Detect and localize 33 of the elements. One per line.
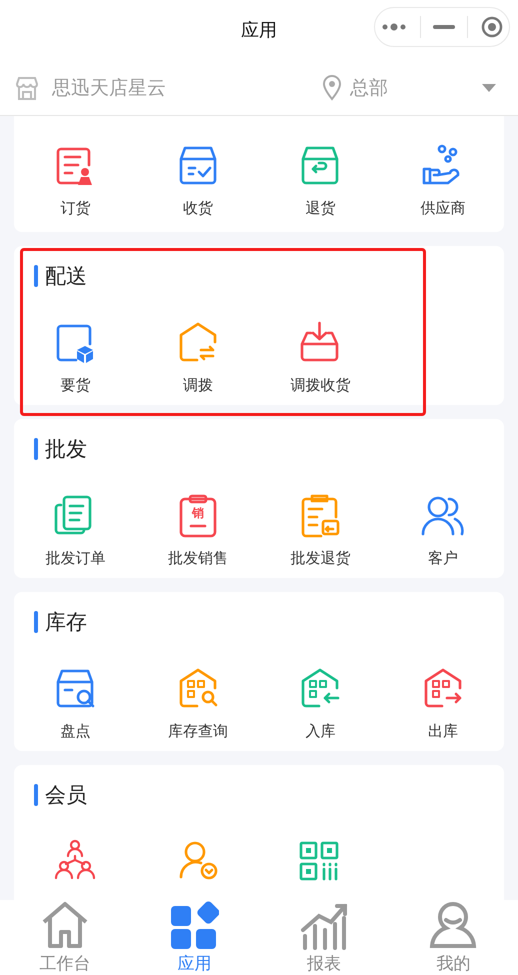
user-icon xyxy=(428,900,478,950)
section-title: 会员 xyxy=(45,782,87,809)
dropdown-caret-icon[interactable] xyxy=(482,84,496,92)
app-shortcut[interactable]: 销 批发销售 xyxy=(136,493,259,568)
tab-bar-item[interactable]: 工作台 xyxy=(0,900,130,975)
app-shortcut[interactable]: 供应商 xyxy=(382,143,504,218)
app-shortcut[interactable]: 盘点 xyxy=(14,666,136,741)
app-shortcut[interactable]: 库存查询 xyxy=(136,666,259,741)
icon-glyph: 销 xyxy=(190,506,205,520)
minimize-icon[interactable] xyxy=(432,25,455,29)
app-shortcut[interactable]: 订货 xyxy=(14,143,136,218)
apps-icon xyxy=(169,900,220,950)
app-shortcut[interactable]: 退货 xyxy=(259,143,382,218)
section-title: 配送 xyxy=(45,263,87,290)
app-shortcut[interactable]: 调拨 xyxy=(136,320,259,395)
tab-bar-item[interactable]: 我的 xyxy=(388,900,518,975)
section-title: 批发 xyxy=(45,436,87,463)
app-shortcut[interactable]: 批发订单 xyxy=(14,493,136,568)
storefront-icon xyxy=(14,74,40,100)
app-shortcut[interactable]: 批发退货 xyxy=(259,493,382,568)
app-shortcut[interactable]: 调拨收货 xyxy=(259,320,382,395)
app-shortcut[interactable]: 出库 xyxy=(382,666,504,741)
more-icon[interactable] xyxy=(381,22,408,32)
app-shortcut[interactable]: 客户 xyxy=(382,493,504,568)
tab-bar-item[interactable]: 应用 xyxy=(130,900,259,975)
app-shortcut[interactable]: 入库 xyxy=(259,666,382,741)
app-shortcut[interactable]: 要货 xyxy=(14,320,136,395)
app-shortcut[interactable]: 收货 xyxy=(136,143,259,218)
location-pin-icon xyxy=(322,74,342,100)
section-title: 库存 xyxy=(45,609,87,636)
tab-bar-item[interactable]: 报表 xyxy=(259,900,388,975)
close-icon[interactable] xyxy=(480,16,503,38)
page-title: 应用 xyxy=(241,19,277,42)
